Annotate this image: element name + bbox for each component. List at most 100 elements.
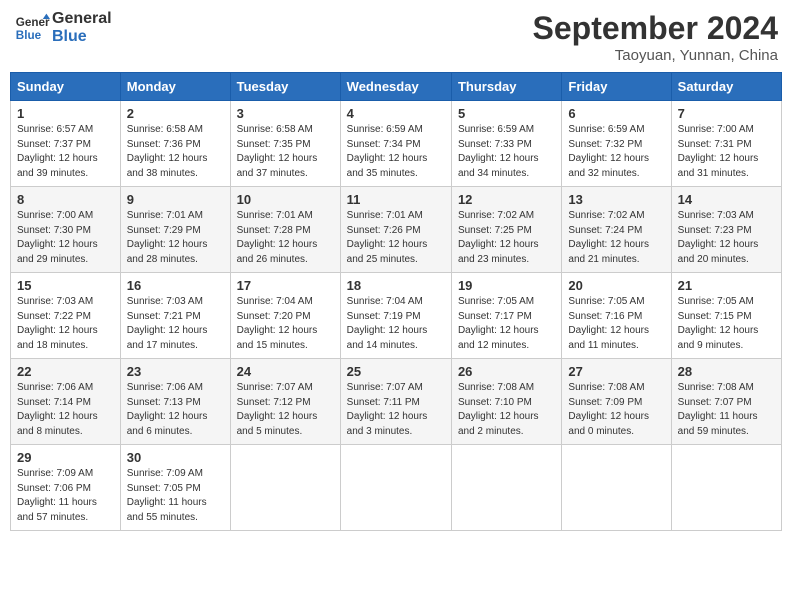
day-number: 13 xyxy=(568,192,664,207)
day-info: Sunrise: 6:58 AM Sunset: 7:35 PM Dayligh… xyxy=(237,123,334,181)
day-number: 3 xyxy=(237,106,334,121)
day-number: 9 xyxy=(127,192,224,207)
calendar-day-cell: 2 Sunrise: 6:58 AM Sunset: 7:36 PM Dayli… xyxy=(120,101,230,187)
weekday-header: Monday xyxy=(120,73,230,101)
calendar-day-cell xyxy=(671,445,781,531)
day-number: 10 xyxy=(237,192,334,207)
day-number: 26 xyxy=(458,364,555,379)
calendar-day-cell: 8 Sunrise: 7:00 AM Sunset: 7:30 PM Dayli… xyxy=(11,187,121,273)
day-number: 1 xyxy=(17,106,114,121)
day-info: Sunrise: 7:06 AM Sunset: 7:13 PM Dayligh… xyxy=(127,381,224,439)
day-number: 11 xyxy=(347,192,445,207)
day-info: Sunrise: 7:03 AM Sunset: 7:21 PM Dayligh… xyxy=(127,295,224,353)
calendar-day-cell: 29 Sunrise: 7:09 AM Sunset: 7:06 PM Dayl… xyxy=(11,445,121,531)
day-info: Sunrise: 7:05 AM Sunset: 7:17 PM Dayligh… xyxy=(458,295,555,353)
calendar-day-cell: 4 Sunrise: 6:59 AM Sunset: 7:34 PM Dayli… xyxy=(340,101,451,187)
location-title: Taoyuan, Yunnan, China xyxy=(533,47,778,64)
day-info: Sunrise: 6:59 AM Sunset: 7:34 PM Dayligh… xyxy=(347,123,445,181)
calendar-day-cell: 13 Sunrise: 7:02 AM Sunset: 7:24 PM Dayl… xyxy=(562,187,671,273)
weekday-header: Tuesday xyxy=(230,73,340,101)
day-number: 19 xyxy=(458,278,555,293)
day-info: Sunrise: 6:57 AM Sunset: 7:37 PM Dayligh… xyxy=(17,123,114,181)
calendar-day-cell: 17 Sunrise: 7:04 AM Sunset: 7:20 PM Dayl… xyxy=(230,273,340,359)
logo-icon: General Blue xyxy=(14,10,50,46)
calendar-day-cell: 25 Sunrise: 7:07 AM Sunset: 7:11 PM Dayl… xyxy=(340,359,451,445)
day-number: 15 xyxy=(17,278,114,293)
calendar-day-cell: 26 Sunrise: 7:08 AM Sunset: 7:10 PM Dayl… xyxy=(451,359,561,445)
day-info: Sunrise: 7:07 AM Sunset: 7:11 PM Dayligh… xyxy=(347,381,445,439)
day-number: 6 xyxy=(568,106,664,121)
calendar-day-cell: 12 Sunrise: 7:02 AM Sunset: 7:25 PM Dayl… xyxy=(451,187,561,273)
calendar-header-row: SundayMondayTuesdayWednesdayThursdayFrid… xyxy=(11,73,782,101)
day-info: Sunrise: 6:59 AM Sunset: 7:33 PM Dayligh… xyxy=(458,123,555,181)
day-info: Sunrise: 7:01 AM Sunset: 7:29 PM Dayligh… xyxy=(127,209,224,267)
day-number: 28 xyxy=(678,364,775,379)
day-info: Sunrise: 7:01 AM Sunset: 7:26 PM Dayligh… xyxy=(347,209,445,267)
day-info: Sunrise: 7:09 AM Sunset: 7:05 PM Dayligh… xyxy=(127,467,224,525)
day-number: 8 xyxy=(17,192,114,207)
day-info: Sunrise: 6:59 AM Sunset: 7:32 PM Dayligh… xyxy=(568,123,664,181)
logo-general: General xyxy=(52,10,112,28)
day-number: 5 xyxy=(458,106,555,121)
day-number: 24 xyxy=(237,364,334,379)
month-title: September 2024 xyxy=(533,10,778,47)
day-info: Sunrise: 7:00 AM Sunset: 7:31 PM Dayligh… xyxy=(678,123,775,181)
day-info: Sunrise: 7:04 AM Sunset: 7:20 PM Dayligh… xyxy=(237,295,334,353)
weekday-header: Wednesday xyxy=(340,73,451,101)
calendar-day-cell: 24 Sunrise: 7:07 AM Sunset: 7:12 PM Dayl… xyxy=(230,359,340,445)
calendar-day-cell: 6 Sunrise: 6:59 AM Sunset: 7:32 PM Dayli… xyxy=(562,101,671,187)
day-number: 22 xyxy=(17,364,114,379)
day-number: 7 xyxy=(678,106,775,121)
day-info: Sunrise: 7:05 AM Sunset: 7:16 PM Dayligh… xyxy=(568,295,664,353)
day-number: 4 xyxy=(347,106,445,121)
day-info: Sunrise: 6:58 AM Sunset: 7:36 PM Dayligh… xyxy=(127,123,224,181)
calendar-day-cell: 22 Sunrise: 7:06 AM Sunset: 7:14 PM Dayl… xyxy=(11,359,121,445)
weekday-header: Thursday xyxy=(451,73,561,101)
calendar-day-cell: 7 Sunrise: 7:00 AM Sunset: 7:31 PM Dayli… xyxy=(671,101,781,187)
calendar-day-cell: 15 Sunrise: 7:03 AM Sunset: 7:22 PM Dayl… xyxy=(11,273,121,359)
day-info: Sunrise: 7:08 AM Sunset: 7:09 PM Dayligh… xyxy=(568,381,664,439)
day-number: 21 xyxy=(678,278,775,293)
calendar-day-cell: 1 Sunrise: 6:57 AM Sunset: 7:37 PM Dayli… xyxy=(11,101,121,187)
day-info: Sunrise: 7:09 AM Sunset: 7:06 PM Dayligh… xyxy=(17,467,114,525)
day-number: 25 xyxy=(347,364,445,379)
calendar-day-cell xyxy=(451,445,561,531)
calendar-week-row: 15 Sunrise: 7:03 AM Sunset: 7:22 PM Dayl… xyxy=(11,273,782,359)
day-number: 27 xyxy=(568,364,664,379)
day-number: 29 xyxy=(17,450,114,465)
day-info: Sunrise: 7:02 AM Sunset: 7:24 PM Dayligh… xyxy=(568,209,664,267)
day-number: 16 xyxy=(127,278,224,293)
svg-text:Blue: Blue xyxy=(16,29,42,42)
day-info: Sunrise: 7:07 AM Sunset: 7:12 PM Dayligh… xyxy=(237,381,334,439)
day-number: 2 xyxy=(127,106,224,121)
calendar-day-cell: 16 Sunrise: 7:03 AM Sunset: 7:21 PM Dayl… xyxy=(120,273,230,359)
logo-blue: Blue xyxy=(52,28,112,46)
day-number: 18 xyxy=(347,278,445,293)
calendar-day-cell: 5 Sunrise: 6:59 AM Sunset: 7:33 PM Dayli… xyxy=(451,101,561,187)
day-number: 30 xyxy=(127,450,224,465)
calendar-week-row: 1 Sunrise: 6:57 AM Sunset: 7:37 PM Dayli… xyxy=(11,101,782,187)
day-number: 12 xyxy=(458,192,555,207)
day-info: Sunrise: 7:06 AM Sunset: 7:14 PM Dayligh… xyxy=(17,381,114,439)
calendar-day-cell: 30 Sunrise: 7:09 AM Sunset: 7:05 PM Dayl… xyxy=(120,445,230,531)
calendar-day-cell: 11 Sunrise: 7:01 AM Sunset: 7:26 PM Dayl… xyxy=(340,187,451,273)
day-number: 14 xyxy=(678,192,775,207)
day-info: Sunrise: 7:08 AM Sunset: 7:07 PM Dayligh… xyxy=(678,381,775,439)
calendar-week-row: 29 Sunrise: 7:09 AM Sunset: 7:06 PM Dayl… xyxy=(11,445,782,531)
calendar-week-row: 22 Sunrise: 7:06 AM Sunset: 7:14 PM Dayl… xyxy=(11,359,782,445)
calendar-day-cell: 20 Sunrise: 7:05 AM Sunset: 7:16 PM Dayl… xyxy=(562,273,671,359)
calendar-day-cell xyxy=(562,445,671,531)
weekday-header: Saturday xyxy=(671,73,781,101)
day-info: Sunrise: 7:08 AM Sunset: 7:10 PM Dayligh… xyxy=(458,381,555,439)
calendar-day-cell: 27 Sunrise: 7:08 AM Sunset: 7:09 PM Dayl… xyxy=(562,359,671,445)
page-header: General Blue General Blue September 2024… xyxy=(10,10,782,64)
calendar-table: SundayMondayTuesdayWednesdayThursdayFrid… xyxy=(10,72,782,531)
calendar-day-cell: 18 Sunrise: 7:04 AM Sunset: 7:19 PM Dayl… xyxy=(340,273,451,359)
title-block: September 2024 Taoyuan, Yunnan, China xyxy=(533,10,778,64)
day-number: 23 xyxy=(127,364,224,379)
calendar-day-cell: 19 Sunrise: 7:05 AM Sunset: 7:17 PM Dayl… xyxy=(451,273,561,359)
calendar-day-cell xyxy=(340,445,451,531)
calendar-day-cell: 10 Sunrise: 7:01 AM Sunset: 7:28 PM Dayl… xyxy=(230,187,340,273)
day-info: Sunrise: 7:02 AM Sunset: 7:25 PM Dayligh… xyxy=(458,209,555,267)
day-info: Sunrise: 7:04 AM Sunset: 7:19 PM Dayligh… xyxy=(347,295,445,353)
